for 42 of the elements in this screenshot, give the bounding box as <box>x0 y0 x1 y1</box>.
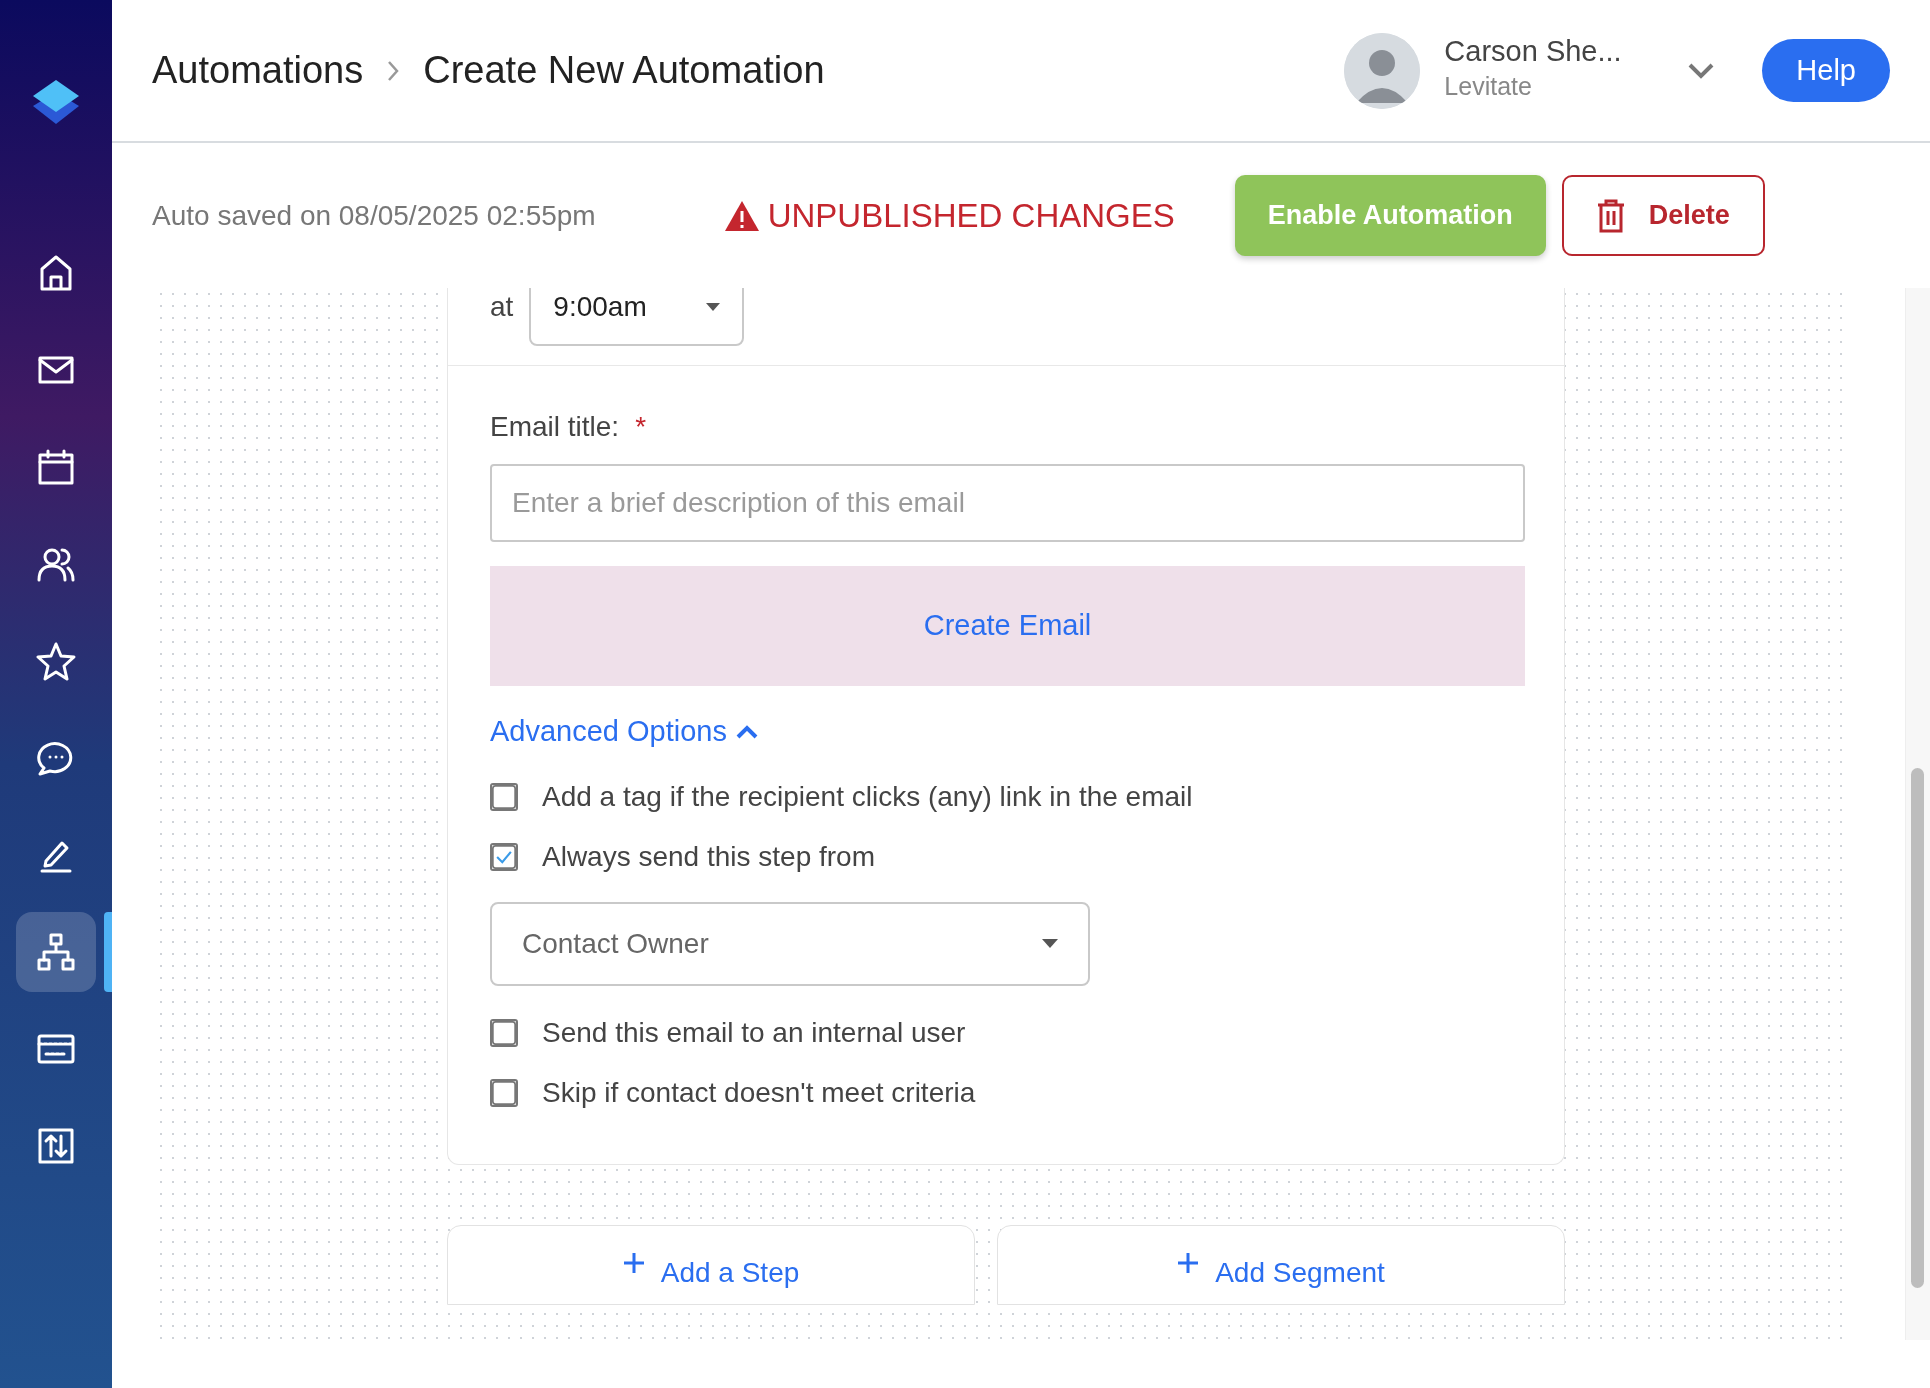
checkbox-label: Always send this step from <box>542 839 876 874</box>
plus-icon <box>622 1251 645 1274</box>
avatar[interactable] <box>1344 32 1421 109</box>
checkbox[interactable] <box>490 1018 518 1047</box>
organization-name: Levitate <box>1444 70 1533 102</box>
create-email-button[interactable]: Create Email <box>490 566 1525 686</box>
calendar-icon <box>36 447 76 487</box>
plus-icon <box>1177 1251 1200 1274</box>
email-title-label: Email title: <box>490 410 620 444</box>
time-select[interactable]: 9:00am <box>529 288 745 346</box>
warning-icon <box>723 199 760 232</box>
sidebar-item[interactable] <box>16 912 96 992</box>
checkbox-label: Add a tag if the recipient clicks (any) link in the email <box>542 779 1193 814</box>
scrollbar[interactable] <box>1905 288 1930 1340</box>
checkbox[interactable] <box>490 782 518 811</box>
transfer-icon <box>36 1126 76 1166</box>
star-icon <box>36 641 76 681</box>
chevron-down-icon[interactable] <box>1688 62 1715 79</box>
email-title-field[interactable]: Enter a brief description of this email <box>490 464 1525 542</box>
required-mark: * <box>635 410 647 444</box>
sender-select[interactable]: Contact Owner <box>490 901 1090 986</box>
caret-icon <box>1042 939 1058 948</box>
checkbox[interactable] <box>490 842 518 871</box>
breadcrumb-link[interactable]: Automations <box>152 42 364 99</box>
checkbox-label: Send this email to an internal user <box>542 1015 966 1050</box>
advanced-options-toggle[interactable]: Advanced Options <box>490 710 759 754</box>
checkbox-label: Skip if contact doesn't meet criteria <box>542 1075 976 1110</box>
add-button[interactable]: Add Segment <box>997 1224 1565 1305</box>
caret-icon <box>706 302 721 311</box>
sitemap-icon <box>36 932 76 972</box>
chevron-right-icon <box>387 59 400 82</box>
user-name: Carson She... <box>1444 35 1623 68</box>
autosave-status: Auto saved on 08/05/2025 02:55pm <box>152 198 596 233</box>
unpublished-warning: UNPUBLISHED CHANGES <box>767 195 1175 236</box>
logo-icon[interactable] <box>31 78 81 126</box>
delete-button[interactable]: Delete <box>1561 175 1765 256</box>
time-label: at <box>490 289 514 324</box>
add-button[interactable]: Add a Step <box>447 1224 975 1305</box>
help-button[interactable]: Help <box>1762 38 1890 103</box>
trash-icon <box>1596 198 1625 233</box>
page-title: Create New Automation <box>423 48 825 93</box>
checkbox[interactable] <box>490 1078 518 1107</box>
